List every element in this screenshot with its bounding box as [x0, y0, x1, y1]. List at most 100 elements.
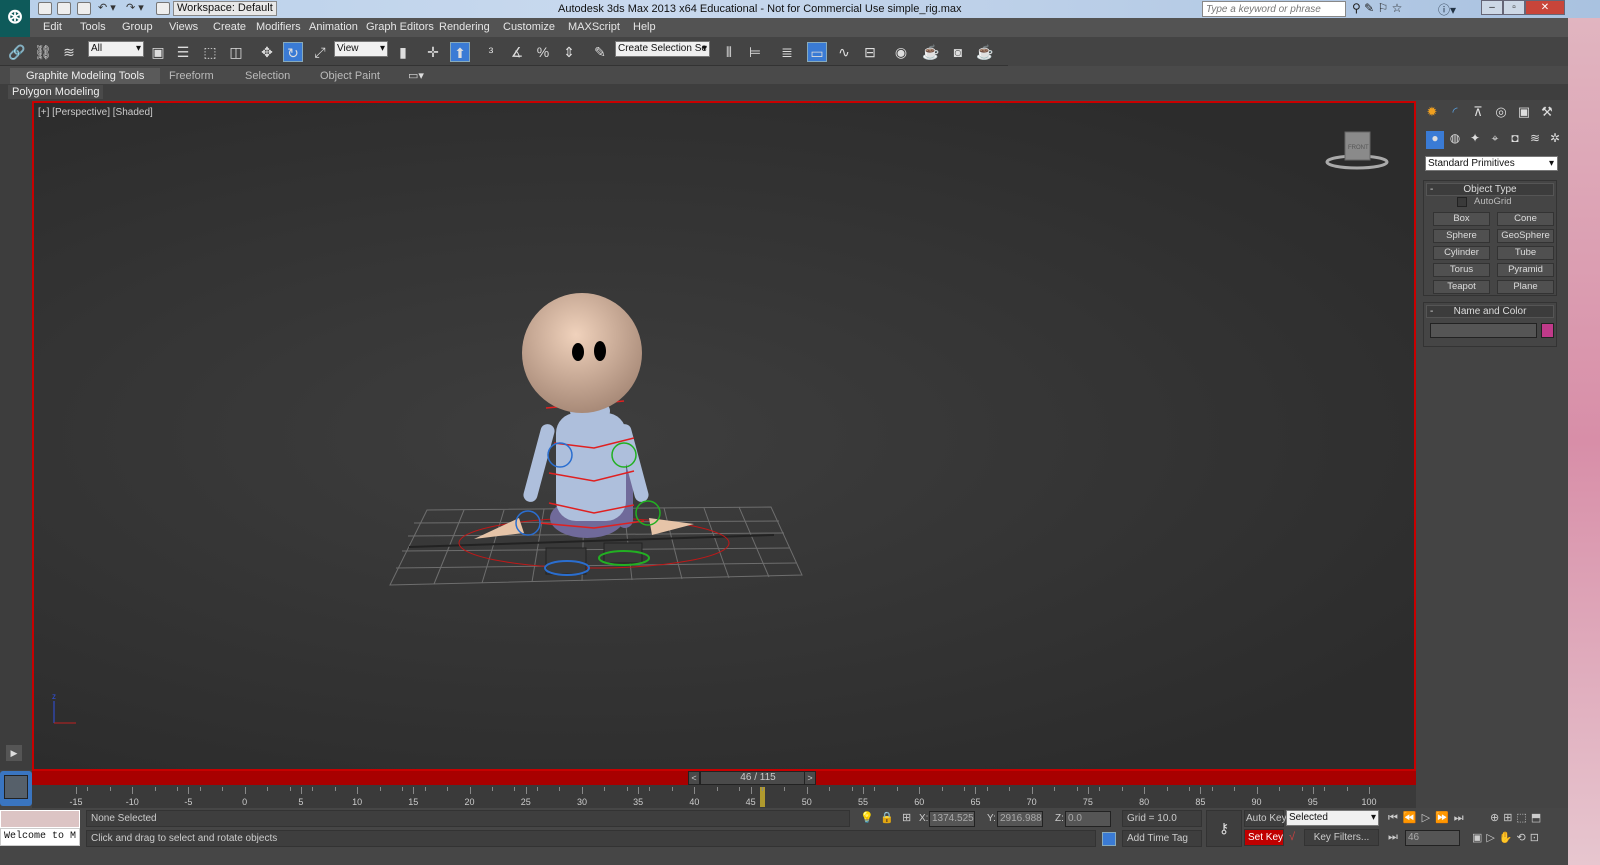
selection-filter-dropdown[interactable]: All: [88, 41, 144, 57]
window-crossing-icon[interactable]: ◫: [226, 42, 246, 62]
box-button[interactable]: Box: [1433, 212, 1490, 226]
geosphere-button[interactable]: GeoSphere: [1497, 229, 1554, 243]
lights-icon[interactable]: ✦: [1466, 131, 1484, 149]
space-warps-icon[interactable]: ≋: [1526, 131, 1544, 149]
playback-controls[interactable]: ⏮⏪▷⏩⏭: [1388, 811, 1469, 825]
viewcube[interactable]: FRONT: [1322, 129, 1392, 177]
menu-rendering[interactable]: Rendering: [439, 21, 490, 33]
perspective-viewport[interactable]: [+] [Perspective] [Shaded] z FRONT: [32, 101, 1416, 771]
sphere-button[interactable]: Sphere: [1433, 229, 1490, 243]
ribbon-options-icon[interactable]: ▭▾: [408, 69, 424, 82]
navigation-controls[interactable]: ▣▷✋⟲⊡: [1472, 831, 1543, 844]
object-color-swatch[interactable]: [1541, 323, 1554, 338]
geometry-icon[interactable]: ●: [1426, 131, 1444, 149]
undo-icon[interactable]: ↶ ▾: [98, 1, 116, 14]
menu-edit[interactable]: Edit: [43, 21, 62, 33]
minimize-button[interactable]: –: [1481, 0, 1503, 15]
hierarchy-tab-icon[interactable]: ⊼: [1467, 104, 1489, 124]
systems-icon[interactable]: ✲: [1546, 131, 1564, 149]
selection-lock-icon[interactable]: 🔒: [880, 811, 894, 824]
tab-object-paint[interactable]: Object Paint: [304, 68, 396, 84]
tab-graphite-modeling-tools[interactable]: Graphite Modeling Tools: [10, 68, 161, 84]
tube-button[interactable]: Tube: [1497, 246, 1554, 260]
named-selection-dropdown[interactable]: Create Selection Se: [615, 41, 710, 57]
time-slider[interactable]: < 46 / 115 >: [32, 771, 1416, 785]
menu-group[interactable]: Group: [122, 21, 153, 33]
menu-create[interactable]: Create: [213, 21, 246, 33]
cameras-icon[interactable]: ⌖: [1486, 131, 1504, 149]
menu-modifiers[interactable]: Modifiers: [256, 21, 301, 33]
torus-button[interactable]: Torus: [1433, 263, 1490, 277]
cylinder-button[interactable]: Cylinder: [1433, 246, 1490, 260]
next-frame-arrow[interactable]: >: [804, 771, 816, 785]
percent-snap-icon[interactable]: %: [533, 42, 553, 62]
key-tangent-icon[interactable]: √: [1289, 831, 1295, 843]
modify-tab-icon[interactable]: ◜: [1444, 104, 1466, 124]
menu-graph-editors[interactable]: Graph Editors: [366, 21, 434, 33]
pyramid-button[interactable]: Pyramid: [1497, 263, 1554, 277]
current-frame-field[interactable]: 46: [1405, 830, 1460, 846]
new-file-icon[interactable]: [38, 2, 52, 15]
set-key-icon[interactable]: ⚷: [1206, 810, 1242, 847]
track-bar[interactable]: -15 -10 -5 0 5 10 15 20 25 30 35 40 45 50 55 60 65 70 75 80…: [32, 785, 1416, 808]
maxscript-listener-input[interactable]: [0, 810, 80, 828]
teapot-button[interactable]: Teapot: [1433, 280, 1490, 294]
save-icon[interactable]: [77, 2, 91, 15]
help-icon[interactable]: ⓘ▾: [1438, 1, 1456, 18]
utilities-tab-icon[interactable]: ⚒: [1536, 104, 1558, 124]
key-mode-dropdown[interactable]: Selected: [1286, 810, 1379, 826]
z-coord-field[interactable]: 0.0: [1065, 811, 1111, 827]
unlink-icon[interactable]: ⛓: [33, 42, 53, 62]
redo-icon[interactable]: ↷ ▾: [126, 1, 144, 14]
scale-icon[interactable]: ⤢: [310, 42, 330, 62]
zoom-controls[interactable]: ⊕⊞⬚⬒: [1490, 811, 1545, 824]
graphite-toggle-icon[interactable]: ▭: [807, 42, 827, 62]
maxscript-listener-output[interactable]: Welcome to M: [0, 828, 80, 846]
polygon-modeling-panel[interactable]: Polygon Modeling: [8, 85, 104, 99]
app-logo[interactable]: ⊛: [0, 0, 30, 37]
tab-selection[interactable]: Selection: [229, 68, 306, 84]
menu-customize[interactable]: Customize: [503, 21, 555, 33]
bind-space-warp-icon[interactable]: ≋: [59, 42, 79, 62]
menu-help[interactable]: Help: [633, 21, 656, 33]
set-key-button[interactable]: Set Key: [1244, 829, 1284, 846]
layer-manager-icon[interactable]: ≣: [777, 42, 797, 62]
move-icon[interactable]: ✥: [257, 42, 277, 62]
pivot-center-icon[interactable]: ▮: [393, 42, 413, 62]
tab-freeform[interactable]: Freeform: [153, 68, 230, 84]
reference-coord-dropdown[interactable]: View: [334, 41, 388, 57]
x-coord-field[interactable]: 1374.525: [929, 811, 975, 827]
shapes-icon[interactable]: ◍: [1446, 131, 1464, 149]
spinner-snap-icon[interactable]: ⇕: [559, 42, 579, 62]
time-tag-icon[interactable]: [1102, 832, 1116, 846]
close-button[interactable]: ✕: [1525, 0, 1565, 15]
render-setup-icon[interactable]: ☕: [921, 42, 941, 62]
key-filters-button[interactable]: Key Filters...: [1304, 829, 1379, 846]
absolute-mode-icon[interactable]: ⊞: [902, 811, 911, 824]
rectangular-selection-icon[interactable]: ⬚: [200, 42, 220, 62]
y-coord-field[interactable]: 2916.988: [997, 811, 1043, 827]
mini-curve-editor-toggle[interactable]: [0, 771, 32, 806]
angle-snap-icon[interactable]: ∡: [507, 42, 527, 62]
prev-frame-arrow[interactable]: <: [688, 771, 700, 785]
motion-tab-icon[interactable]: ◎: [1490, 104, 1512, 124]
expand-viewport-icon[interactable]: ▶: [6, 745, 22, 761]
time-config-icon[interactable]: ⏭: [1388, 831, 1398, 844]
cone-button[interactable]: Cone: [1497, 212, 1554, 226]
keyboard-shortcut-override-icon[interactable]: ⬆: [450, 42, 470, 62]
select-object-icon[interactable]: ▣: [148, 42, 168, 62]
snaps-toggle-icon[interactable]: ³: [481, 42, 501, 62]
select-by-name-icon[interactable]: ☰: [173, 42, 193, 62]
add-time-tag-button[interactable]: Add Time Tag: [1122, 830, 1202, 847]
helpers-icon[interactable]: ◘: [1506, 131, 1524, 149]
rendered-frame-window-icon[interactable]: ◙: [948, 42, 968, 62]
category-dropdown[interactable]: Standard Primitives: [1425, 156, 1558, 171]
time-slider-handle[interactable]: 46 / 115: [700, 771, 816, 785]
workspace-dropdown[interactable]: Workspace: Default: [173, 1, 277, 16]
mirror-icon[interactable]: ⫴: [719, 42, 739, 62]
menu-tools[interactable]: Tools: [80, 21, 106, 33]
manipulate-icon[interactable]: ✛: [423, 42, 443, 62]
name-and-color-header[interactable]: - Name and Color: [1426, 305, 1554, 318]
link-icon[interactable]: 🔗: [7, 42, 27, 62]
menu-maxscript[interactable]: MAXScript: [568, 21, 620, 33]
